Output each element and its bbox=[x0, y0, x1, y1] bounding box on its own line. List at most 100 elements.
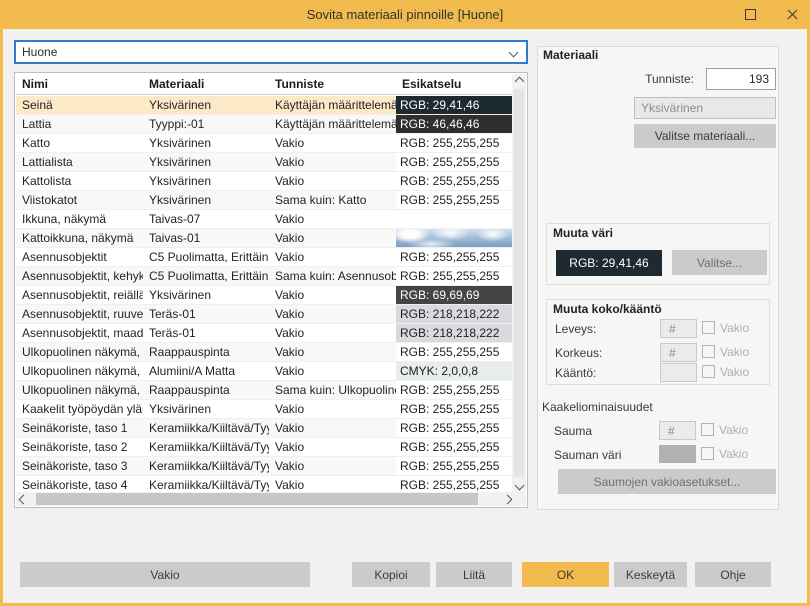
kaanto-vakio-label: Vakio bbox=[720, 365, 749, 379]
table-row[interactable]: Asennusobjektit, reiälläYksivärinenVakio… bbox=[16, 286, 514, 305]
cell-nimi: Asennusobjektit, reiällä bbox=[16, 286, 143, 304]
keskeyta-button[interactable]: Keskeytä bbox=[614, 562, 687, 587]
korkeus-label: Korkeus: bbox=[555, 346, 602, 360]
cell-esikatselu: RGB: 46,46,46 bbox=[396, 115, 514, 133]
cell-nimi: Kattoikkuna, näkymä bbox=[16, 229, 143, 247]
cell-tunniste: Vakio bbox=[269, 172, 396, 190]
korkeus-vakio-checkbox bbox=[702, 345, 715, 358]
cell-nimi: Ulkopuolinen näkymä, ylä bbox=[16, 381, 143, 399]
sauman-vari-row: Sauman väri Vakio bbox=[554, 445, 776, 465]
cell-nimi: Ikkuna, näkymä bbox=[16, 210, 143, 228]
cell-nimi: Seinä bbox=[16, 96, 143, 114]
table-row[interactable]: Ulkopuolinen näkymä, ikkAlumiini/A Matta… bbox=[16, 362, 514, 381]
sauma-row: Sauma # Vakio bbox=[554, 421, 776, 441]
cell-nimi: Seinäkoriste, taso 3 bbox=[16, 457, 143, 475]
chevron-down-icon bbox=[514, 480, 524, 490]
table-row[interactable]: Seinäkoriste, taso 3Keramiikka/Kiiltävä/… bbox=[16, 457, 514, 476]
leveys-input: # bbox=[660, 319, 697, 338]
horizontal-scrollbar-thumb[interactable] bbox=[36, 493, 478, 505]
table-row[interactable]: Kattoikkuna, näkymäTaivas-01Vakio bbox=[16, 229, 514, 248]
cell-materiaali: Raappauspinta bbox=[143, 343, 269, 361]
cell-tunniste: Käyttäjän määrittelemä bbox=[269, 115, 396, 133]
scroll-down-button[interactable] bbox=[512, 478, 526, 492]
table-row[interactable]: Ulkopuolinen näkymä, yläRaappauspintaSam… bbox=[16, 381, 514, 400]
cell-esikatselu bbox=[396, 210, 514, 228]
ok-button[interactable]: OK bbox=[522, 562, 609, 587]
saumojen-vakioasetukset-button[interactable]: Saumojen vakioasetukset... bbox=[558, 469, 776, 494]
vakio-button[interactable]: Vakio bbox=[20, 562, 310, 587]
material-name-field: Yksivärinen bbox=[634, 97, 776, 119]
close-button[interactable] bbox=[782, 5, 802, 25]
vertical-scrollbar[interactable] bbox=[512, 74, 526, 492]
cell-tunniste: Vakio bbox=[269, 362, 396, 380]
table-row[interactable]: AsennusobjektitC5 Puolimatta, Erittäin p… bbox=[16, 248, 514, 267]
table-row[interactable]: ViistokatotYksivärinenSama kuin: KattoRG… bbox=[16, 191, 514, 210]
cell-tunniste: Vakio bbox=[269, 438, 396, 456]
table-row[interactable]: Asennusobjektit, maadoitTeräs-01VakioRGB… bbox=[16, 324, 514, 343]
table-header: Nimi Materiaali Tunniste Esikatselu bbox=[16, 74, 512, 95]
ohje-button[interactable]: Ohje bbox=[695, 562, 771, 587]
cell-nimi: Asennusobjektit, maadoit bbox=[16, 324, 143, 342]
cell-esikatselu: RGB: 255,255,255 bbox=[396, 248, 514, 266]
dialog-window: Sovita materiaali pinnoille [Huone] Huon… bbox=[0, 0, 810, 606]
leveys-row: Leveys: # Vakio bbox=[547, 319, 769, 339]
table-row[interactable]: Seinäkoriste, taso 2Keramiikka/Kiiltävä/… bbox=[16, 438, 514, 457]
cell-esikatselu: RGB: 69,69,69 bbox=[396, 286, 514, 304]
chevron-down-icon bbox=[509, 48, 519, 58]
cell-esikatselu: RGB: 255,255,255 bbox=[396, 419, 514, 437]
table-row[interactable]: Asennusobjektit, kehykseC5 Puolimatta, E… bbox=[16, 267, 514, 286]
table-row[interactable]: Kaakelit työpöydän yläpuYksivärinenVakio… bbox=[16, 400, 514, 419]
valitse-color-button[interactable]: Valitse... bbox=[672, 250, 767, 275]
kopioi-button[interactable]: Kopioi bbox=[352, 562, 430, 587]
maximize-button[interactable] bbox=[740, 5, 760, 25]
materiaali-panel-title: Materiaali bbox=[543, 48, 598, 62]
cell-esikatselu: RGB: 255,255,255 bbox=[396, 172, 514, 190]
table-row[interactable]: LattialistaYksivärinenVakioRGB: 255,255,… bbox=[16, 153, 514, 172]
muuta-koko-title: Muuta koko/kääntö bbox=[553, 302, 662, 316]
cell-nimi: Asennusobjektit, ruuveillä bbox=[16, 305, 143, 323]
table-row[interactable]: SeinäYksivärinenKäyttäjän määrittelemäRG… bbox=[16, 96, 514, 115]
table-row[interactable]: KattoYksivärinenVakioRGB: 255,255,255 bbox=[16, 134, 514, 153]
valitse-materiaali-button[interactable]: Valitse materiaali... bbox=[634, 124, 776, 148]
cell-materiaali: Tyyppi:-01 bbox=[143, 115, 269, 133]
chevron-right-icon bbox=[502, 494, 512, 504]
cell-nimi: Ulkopuolinen näkymä, ikk bbox=[16, 362, 143, 380]
room-combobox[interactable]: Huone bbox=[14, 40, 528, 64]
cell-tunniste: Vakio bbox=[269, 248, 396, 266]
sauman-vari-vakio-checkbox bbox=[701, 447, 714, 460]
cell-materiaali: Yksivärinen bbox=[143, 96, 269, 114]
column-header-materiaali[interactable]: Materiaali bbox=[143, 74, 269, 94]
cell-nimi: Seinäkoriste, taso 1 bbox=[16, 419, 143, 437]
cell-materiaali: Teräs-01 bbox=[143, 305, 269, 323]
cell-materiaali: Yksivärinen bbox=[143, 153, 269, 171]
tunniste-input[interactable]: 193 bbox=[706, 68, 776, 90]
table-row[interactable]: Asennusobjektit, ruuveilläTeräs-01VakioR… bbox=[16, 305, 514, 324]
table-row[interactable]: LattiaTyyppi:-01Käyttäjän määrittelemäRG… bbox=[16, 115, 514, 134]
cell-tunniste: Vakio bbox=[269, 400, 396, 418]
cell-esikatselu: RGB: 218,218,222 bbox=[396, 305, 514, 323]
scroll-up-button[interactable] bbox=[512, 74, 526, 88]
cell-esikatselu: RGB: 255,255,255 bbox=[396, 438, 514, 456]
column-header-esikatselu[interactable]: Esikatselu bbox=[396, 74, 512, 94]
cell-tunniste: Vakio bbox=[269, 229, 396, 247]
cell-materiaali: Keramiikka/Kiiltävä/Tyyp bbox=[143, 438, 269, 456]
cell-materiaali: Taivas-01 bbox=[143, 229, 269, 247]
scroll-left-button[interactable] bbox=[16, 492, 30, 506]
cell-esikatselu: RGB: 255,255,255 bbox=[396, 191, 514, 209]
muuta-koko-group: Muuta koko/kääntö Leveys: # Vakio Korkeu… bbox=[546, 299, 770, 385]
cell-materiaali: Keramiikka/Kiiltävä/Tyyp bbox=[143, 419, 269, 437]
cell-tunniste: Vakio bbox=[269, 419, 396, 437]
table-row[interactable]: KattolistaYksivärinenVakioRGB: 255,255,2… bbox=[16, 172, 514, 191]
dialog-content: Huone Nimi Materiaali Tunniste Esikatsel… bbox=[3, 29, 807, 603]
table-row[interactable]: Seinäkoriste, taso 1Keramiikka/Kiiltävä/… bbox=[16, 419, 514, 438]
liita-button[interactable]: Liitä bbox=[436, 562, 512, 587]
horizontal-scrollbar[interactable] bbox=[16, 492, 514, 506]
cell-materiaali: Taivas-07 bbox=[143, 210, 269, 228]
column-header-tunniste[interactable]: Tunniste bbox=[269, 74, 396, 94]
column-header-nimi[interactable]: Nimi bbox=[16, 74, 143, 94]
table-row[interactable]: Ikkuna, näkymäTaivas-07Vakio bbox=[16, 210, 514, 229]
vertical-scrollbar-thumb[interactable] bbox=[514, 89, 524, 477]
sauma-vakio-label: Vakio bbox=[719, 423, 748, 437]
kaanto-vakio-checkbox bbox=[702, 365, 715, 378]
table-row[interactable]: Ulkopuolinen näkymä, sivRaappauspintaVak… bbox=[16, 343, 514, 362]
